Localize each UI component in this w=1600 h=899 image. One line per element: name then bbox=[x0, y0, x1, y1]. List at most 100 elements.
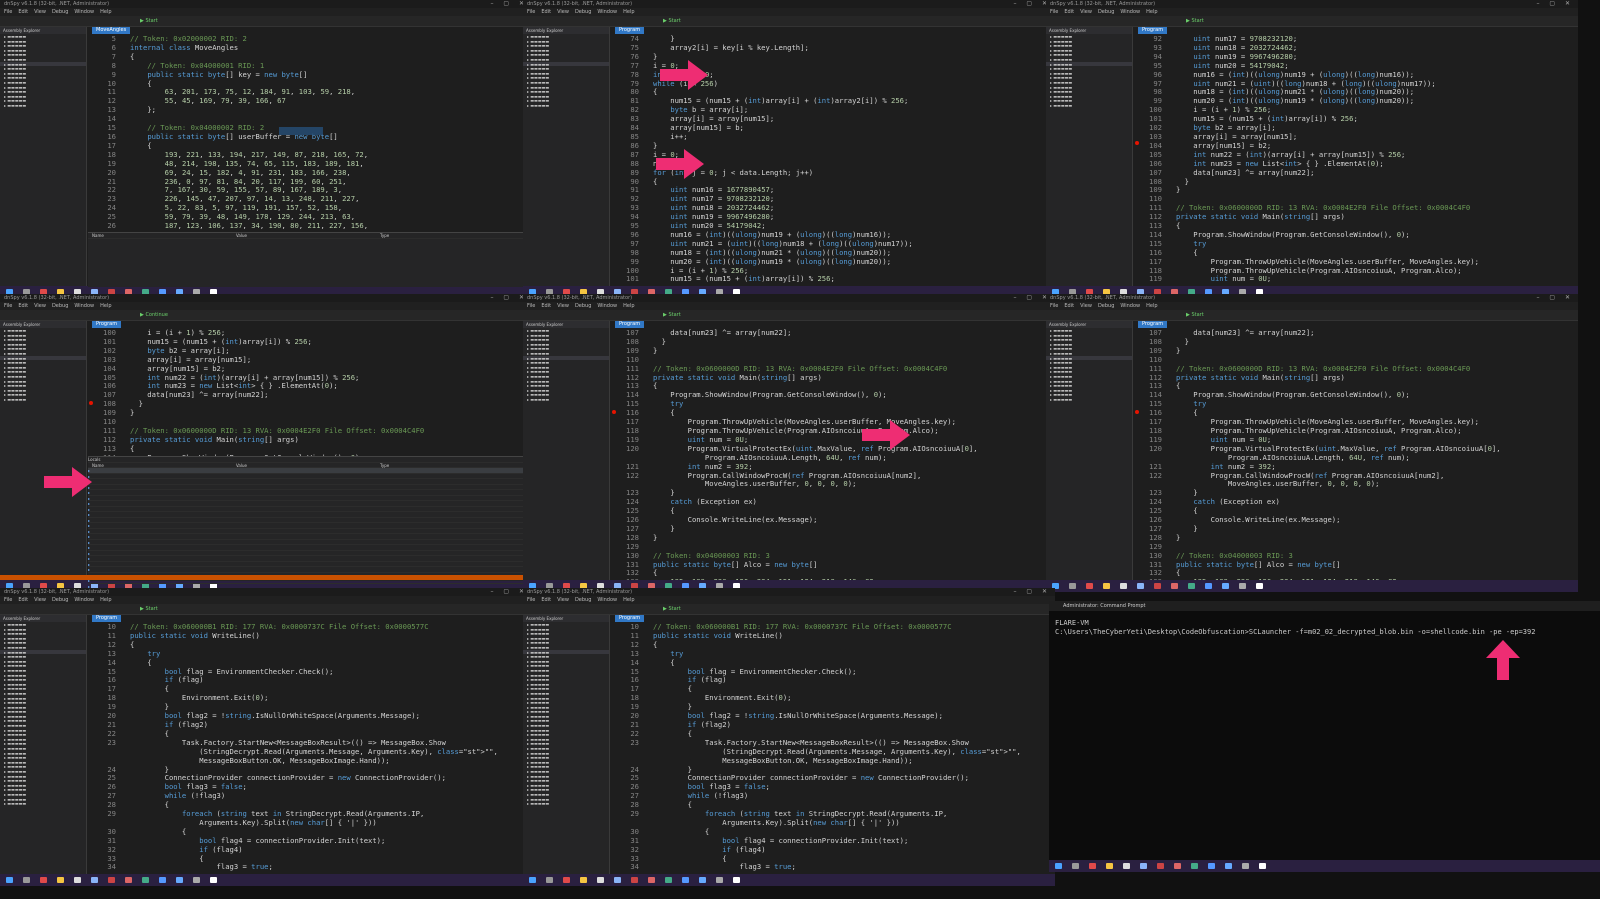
taskbar-app-icon[interactable] bbox=[193, 877, 200, 883]
menu-item-view[interactable]: View bbox=[1080, 9, 1092, 15]
taskbar-app-icon[interactable] bbox=[1256, 583, 1263, 589]
start-button[interactable]: ▶ Start bbox=[663, 312, 681, 318]
assembly-explorer[interactable]: Assembly Explorer ▸ ▬▬▬▬▬ ▸ ▬▬▬▬▬ ▸ ▬▬▬▬▬ ▸ … bbox=[1046, 27, 1133, 286]
menu-item-file[interactable]: File bbox=[527, 303, 535, 309]
menu-item-file[interactable]: File bbox=[1050, 9, 1058, 15]
menu-item-window[interactable]: Window bbox=[597, 597, 617, 603]
breakpoint-marker[interactable] bbox=[1135, 141, 1139, 145]
tree-node[interactable]: ▸ ▬▬▬▬▬ bbox=[0, 801, 86, 806]
tab-program[interactable]: Program bbox=[1138, 27, 1168, 34]
assembly-explorer[interactable]: Assembly Explorer ▸ ▬▬▬▬▬ ▸ ▬▬▬▬▬ ▸ ▬▬▬▬▬ ▸ … bbox=[0, 615, 87, 874]
code-editor[interactable]: Program 107 data[num23] ^= array[num22]; 1… bbox=[611, 321, 1055, 586]
taskbar-app-icon[interactable] bbox=[1106, 863, 1113, 869]
taskbar-app-icon[interactable] bbox=[176, 877, 183, 883]
menu-item-window[interactable]: Window bbox=[74, 9, 94, 15]
tab-program[interactable]: Program bbox=[1138, 321, 1168, 328]
menu-item-window[interactable]: Window bbox=[1120, 303, 1140, 309]
menu-item-help[interactable]: Help bbox=[1146, 303, 1157, 309]
taskbar-app-icon[interactable] bbox=[1208, 863, 1215, 869]
menu-item-edit[interactable]: Edit bbox=[1064, 9, 1074, 15]
tree-node[interactable]: ▸ ▬▬▬▬▬ bbox=[523, 103, 609, 108]
taskbar-app-icon[interactable] bbox=[597, 877, 604, 883]
taskbar-app-icon[interactable] bbox=[57, 877, 64, 883]
tab-move_angles[interactable]: MoveAngles bbox=[92, 27, 131, 34]
menu-item-edit[interactable]: Edit bbox=[18, 597, 28, 603]
menu-item-help[interactable]: Help bbox=[100, 9, 111, 15]
taskbar-app-icon[interactable] bbox=[159, 877, 166, 883]
menu-item-debug[interactable]: Debug bbox=[1098, 303, 1114, 309]
taskbar-app-icon[interactable] bbox=[614, 877, 621, 883]
assembly-explorer[interactable]: Assembly Explorer ▸ ▬▬▬▬▬ ▸ ▬▬▬▬▬ ▸ ▬▬▬▬▬ ▸ … bbox=[523, 27, 610, 286]
taskbar-app-icon[interactable] bbox=[1188, 583, 1195, 589]
taskbar-app-icon[interactable] bbox=[108, 877, 115, 883]
taskbar-app-icon[interactable] bbox=[1222, 583, 1229, 589]
taskbar-app-icon[interactable] bbox=[1174, 863, 1181, 869]
menu-item-edit[interactable]: Edit bbox=[541, 597, 551, 603]
tree-node[interactable]: ▸ ▬▬▬▬▬ bbox=[1046, 397, 1132, 402]
menu-item-file[interactable]: File bbox=[1050, 303, 1058, 309]
taskbar-app-icon[interactable] bbox=[529, 877, 536, 883]
code-editor[interactable]: Program 107 data[num23] ^= array[num22]; 1… bbox=[1134, 321, 1578, 586]
tree-node[interactable]: ▸ ▬▬▬▬▬ bbox=[0, 103, 86, 108]
menu-item-view[interactable]: View bbox=[557, 9, 569, 15]
taskbar-app-icon[interactable] bbox=[1069, 583, 1076, 589]
taskbar-app-icon[interactable] bbox=[1205, 583, 1212, 589]
start-button[interactable]: ▶ Start bbox=[1186, 312, 1204, 318]
breakpoint-marker[interactable] bbox=[612, 410, 616, 414]
menu-item-debug[interactable]: Debug bbox=[52, 303, 68, 309]
code-editor[interactable]: Program 10// Token: 0x060000B1 RID: 177 R… bbox=[611, 615, 1055, 874]
taskbar-app-icon[interactable] bbox=[23, 877, 30, 883]
tab-program_two[interactable]: Program bbox=[92, 615, 122, 622]
tab-program[interactable]: Program bbox=[615, 27, 645, 34]
taskbar-app-icon[interactable] bbox=[1103, 583, 1110, 589]
assembly-explorer[interactable]: Assembly Explorer ▸ ▬▬▬▬▬ ▸ ▬▬▬▬▬ ▸ ▬▬▬▬▬ ▸ … bbox=[523, 321, 610, 580]
taskbar-app-icon[interactable] bbox=[699, 877, 706, 883]
menu-item-file[interactable]: File bbox=[527, 597, 535, 603]
menu-item-edit[interactable]: Edit bbox=[541, 303, 551, 309]
taskbar-app-icon[interactable] bbox=[210, 877, 217, 883]
tab-program[interactable]: Program bbox=[92, 321, 122, 328]
taskbar-app-icon[interactable] bbox=[1157, 863, 1164, 869]
menu-item-edit[interactable]: Edit bbox=[541, 9, 551, 15]
start-button[interactable]: ▶ Start bbox=[140, 606, 158, 612]
menu-item-help[interactable]: Help bbox=[100, 597, 111, 603]
taskbar-app-icon[interactable] bbox=[1072, 863, 1079, 869]
menu-item-debug[interactable]: Debug bbox=[575, 9, 591, 15]
taskbar-app-icon[interactable] bbox=[6, 877, 13, 883]
taskbar-app-icon[interactable] bbox=[682, 877, 689, 883]
taskbar-app-icon[interactable] bbox=[580, 877, 587, 883]
menu-item-window[interactable]: Window bbox=[74, 303, 94, 309]
taskbar-app-icon[interactable] bbox=[1225, 863, 1232, 869]
breakpoint-marker[interactable] bbox=[1135, 410, 1139, 414]
start-button[interactable]: ▶ Continue bbox=[140, 312, 168, 318]
menu-item-debug[interactable]: Debug bbox=[575, 597, 591, 603]
menu-item-help[interactable]: Help bbox=[1146, 9, 1157, 15]
taskbar-app-icon[interactable] bbox=[1239, 583, 1246, 589]
menu-item-file[interactable]: File bbox=[4, 9, 12, 15]
start-button[interactable]: ▶ Start bbox=[663, 18, 681, 24]
tab-program[interactable]: Program bbox=[615, 321, 645, 328]
menu-item-debug[interactable]: Debug bbox=[575, 303, 591, 309]
tree-node[interactable]: ▸ ▬▬▬▬▬ bbox=[523, 801, 609, 806]
tree-node[interactable]: ▸ ▬▬▬▬▬ bbox=[523, 397, 609, 402]
window-controls[interactable]: – ▢ ✕ bbox=[1013, 588, 1051, 596]
tree-node[interactable]: ▸ ▬▬▬▬▬ bbox=[1046, 103, 1132, 108]
menu-item-help[interactable]: Help bbox=[100, 303, 111, 309]
menu-item-file[interactable]: File bbox=[4, 597, 12, 603]
taskbar-app-icon[interactable] bbox=[563, 877, 570, 883]
menu-item-window[interactable]: Window bbox=[1120, 9, 1140, 15]
menu-item-view[interactable]: View bbox=[34, 597, 46, 603]
taskbar-app-icon[interactable] bbox=[1089, 863, 1096, 869]
taskbar-app-icon[interactable] bbox=[1140, 863, 1147, 869]
menu-item-view[interactable]: View bbox=[34, 303, 46, 309]
menu-item-help[interactable]: Help bbox=[623, 9, 634, 15]
menu-item-help[interactable]: Help bbox=[623, 303, 634, 309]
code-editor[interactable]: Program 10// Token: 0x060000B1 RID: 177 R… bbox=[88, 615, 532, 874]
taskbar-app-icon[interactable] bbox=[1137, 583, 1144, 589]
taskbar-app-icon[interactable] bbox=[631, 877, 638, 883]
menu-item-window[interactable]: Window bbox=[597, 9, 617, 15]
taskbar-app-icon[interactable] bbox=[1120, 583, 1127, 589]
assembly-explorer[interactable]: Assembly Explorer ▸ ▬▬▬▬▬ ▸ ▬▬▬▬▬ ▸ ▬▬▬▬▬ ▸ … bbox=[523, 615, 610, 874]
menu-item-window[interactable]: Window bbox=[74, 597, 94, 603]
taskbar-app-icon[interactable] bbox=[716, 877, 723, 883]
